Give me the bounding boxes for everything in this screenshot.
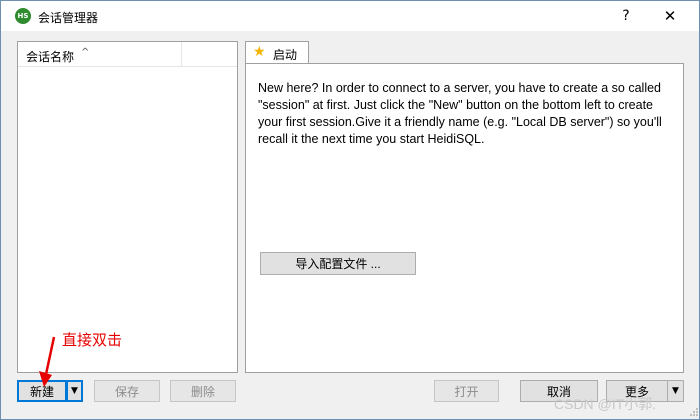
session-name-column-header[interactable]: 会话名称 ^ [18,42,237,67]
chevron-down-icon: ▼ [71,386,78,396]
window-title: 会话管理器 [38,11,99,25]
chevron-down-icon: ▼ [672,386,679,396]
sort-ascending-icon: ^ [81,47,90,58]
session-manager-window: HS 会话管理器 ? ✕ 会话名称 ^ ★ 启动 New here? In or… [0,0,700,420]
column-divider[interactable] [181,42,182,66]
more-dropdown-button[interactable]: ▼ [667,380,684,402]
title-bar: HS 会话管理器 ? ✕ [1,1,699,31]
help-button[interactable]: ? [604,1,648,31]
import-settings-button[interactable]: 导入配置文件 ... [260,252,416,275]
tab-start-label: 启动 [273,48,298,62]
session-list[interactable]: 会话名称 ^ [17,41,238,373]
star-icon: ★ [253,44,266,60]
intro-text: New here? In order to connect to a serve… [258,81,662,146]
delete-button[interactable]: 删除 [170,380,236,402]
session-name-column-label: 会话名称 [26,50,75,64]
open-button[interactable]: 打开 [434,380,499,402]
watermark: CSDN @IT小郭. [554,396,657,412]
tab-start[interactable]: ★ 启动 [245,41,309,64]
heidisql-app-icon: HS [15,8,31,24]
start-tab-content: New here? In order to connect to a serve… [245,63,684,373]
red-arrow-icon [39,336,56,387]
close-button[interactable]: ✕ [648,1,692,31]
resize-grip-icon[interactable] [689,407,699,417]
save-button[interactable]: 保存 [94,380,160,402]
new-dropdown-button[interactable]: ▼ [66,380,83,402]
annotation-text: 直接双击 [62,332,123,349]
